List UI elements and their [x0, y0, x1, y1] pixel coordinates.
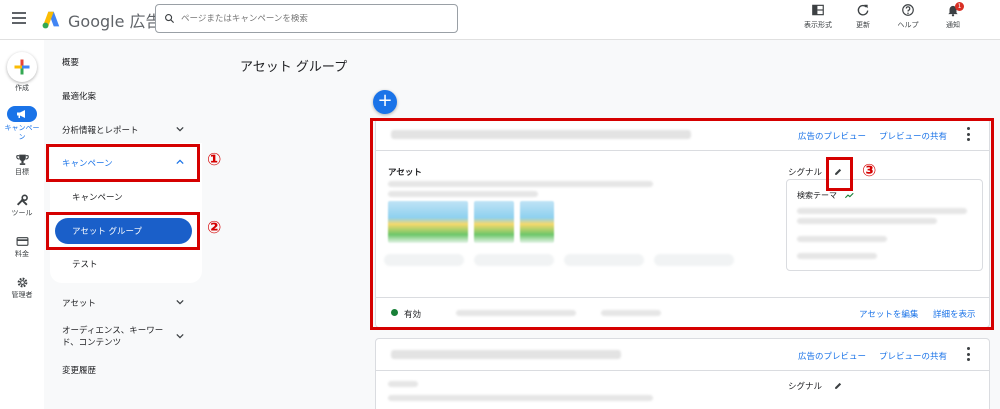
refresh-label: 更新: [856, 21, 870, 29]
rail-campaigns[interactable]: キャンペーン: [0, 106, 44, 142]
top-app-bar: Google 広告 表示形式 更新 ヘルプ 1 通知: [0, 0, 1000, 40]
google-ads-logo[interactable]: Google 広告: [40, 8, 162, 32]
annotation-number-1: ①: [207, 150, 222, 170]
google-ads-logo-icon: [42, 11, 60, 29]
blurred-text: [388, 395, 653, 401]
rail-goals-label: 目標: [15, 168, 29, 176]
nav-change-history[interactable]: 変更履歴: [62, 364, 96, 376]
nav-overview[interactable]: 概要: [62, 56, 79, 68]
rail-tools-label: ツール: [11, 209, 33, 217]
notifications-button[interactable]: 1 通知: [936, 2, 970, 30]
left-rail: 作成 キャンペーン 目標 ツール 料金 管理者: [0, 40, 44, 409]
logo-text: Google 広告: [68, 12, 162, 31]
blurred-assets-label: [388, 381, 418, 387]
rail-billing[interactable]: 料金: [0, 235, 44, 259]
chevron-down-icon[interactable]: [176, 298, 184, 306]
plus-icon: [14, 59, 30, 75]
page-title: アセット グループ: [240, 60, 348, 75]
help-label: ヘルプ: [897, 21, 919, 29]
help-icon: [902, 4, 914, 16]
card-header: 広告のプレビュー プレビューの共有: [376, 339, 989, 371]
create-button[interactable]: [7, 52, 37, 82]
asset-group-card: 広告のプレビュー プレビューの共有 シグナル: [375, 338, 990, 409]
edit-pencil-icon[interactable]: [834, 381, 843, 390]
nav-sub-campaigns[interactable]: キャンペーン: [72, 191, 123, 203]
notification-badge: 1: [955, 2, 964, 11]
campaigns-pill: [7, 106, 37, 122]
appearance-label: 表示形式: [804, 21, 832, 29]
annotation-number-2: ②: [207, 218, 222, 238]
search-icon: [165, 14, 175, 24]
rail-admin-label: 管理者: [11, 291, 33, 299]
add-asset-group-button[interactable]: +: [373, 90, 397, 114]
annotation-box-1: [46, 144, 200, 182]
nav-insights[interactable]: 分析情報とレポート: [62, 124, 139, 136]
nav-assets[interactable]: アセット: [62, 297, 96, 309]
appearance-button[interactable]: 表示形式: [801, 3, 835, 30]
asset-group-name-blurred[interactable]: [391, 350, 621, 359]
help-button[interactable]: ヘルプ: [891, 3, 925, 30]
rail-admin[interactable]: 管理者: [0, 276, 44, 300]
annotation-box-2: [46, 212, 200, 250]
search-input[interactable]: [181, 13, 441, 24]
search-box[interactable]: [155, 4, 458, 33]
refresh-button[interactable]: 更新: [846, 3, 880, 30]
nav-audiences-line1: オーディエンス、キーワー: [62, 326, 164, 336]
chevron-down-icon[interactable]: [176, 332, 184, 340]
rail-create-label: 作成: [15, 84, 29, 92]
nav-sub-tests[interactable]: テスト: [72, 258, 98, 270]
refresh-icon: [857, 4, 869, 16]
chevron-down-icon[interactable]: [176, 125, 184, 133]
nav-audiences[interactable]: オーディエンス、キーワー ド、コンテンツ: [62, 325, 163, 349]
nav-audiences-line2: ド、コンテンツ: [62, 338, 122, 348]
annotation-box-card: [370, 118, 994, 330]
rail-billing-label: 料金: [15, 250, 29, 258]
tools-icon: [16, 194, 28, 206]
trophy-icon: [15, 154, 29, 165]
rail-tools[interactable]: ツール: [0, 194, 44, 218]
notifications-label: 通知: [946, 21, 960, 29]
top-actions: 表示形式 更新 ヘルプ 1 通知: [801, 2, 970, 30]
share-preview-link[interactable]: プレビューの共有: [879, 350, 947, 362]
nav-optimization[interactable]: 最適化案: [62, 90, 96, 102]
megaphone-icon: [17, 110, 25, 118]
rail-goals[interactable]: 目標: [0, 153, 44, 177]
credit-card-icon: [16, 237, 28, 246]
ad-preview-link[interactable]: 広告のプレビュー: [798, 350, 866, 362]
rail-campaigns-label: キャンペーン: [4, 124, 40, 141]
rail-create[interactable]: 作成: [0, 52, 44, 93]
more-vert-icon[interactable]: [967, 347, 971, 361]
signals-section-label: シグナル: [788, 382, 823, 392]
table-chart-icon: [812, 4, 824, 16]
menu-icon[interactable]: [12, 12, 26, 24]
gear-icon: [17, 277, 27, 288]
